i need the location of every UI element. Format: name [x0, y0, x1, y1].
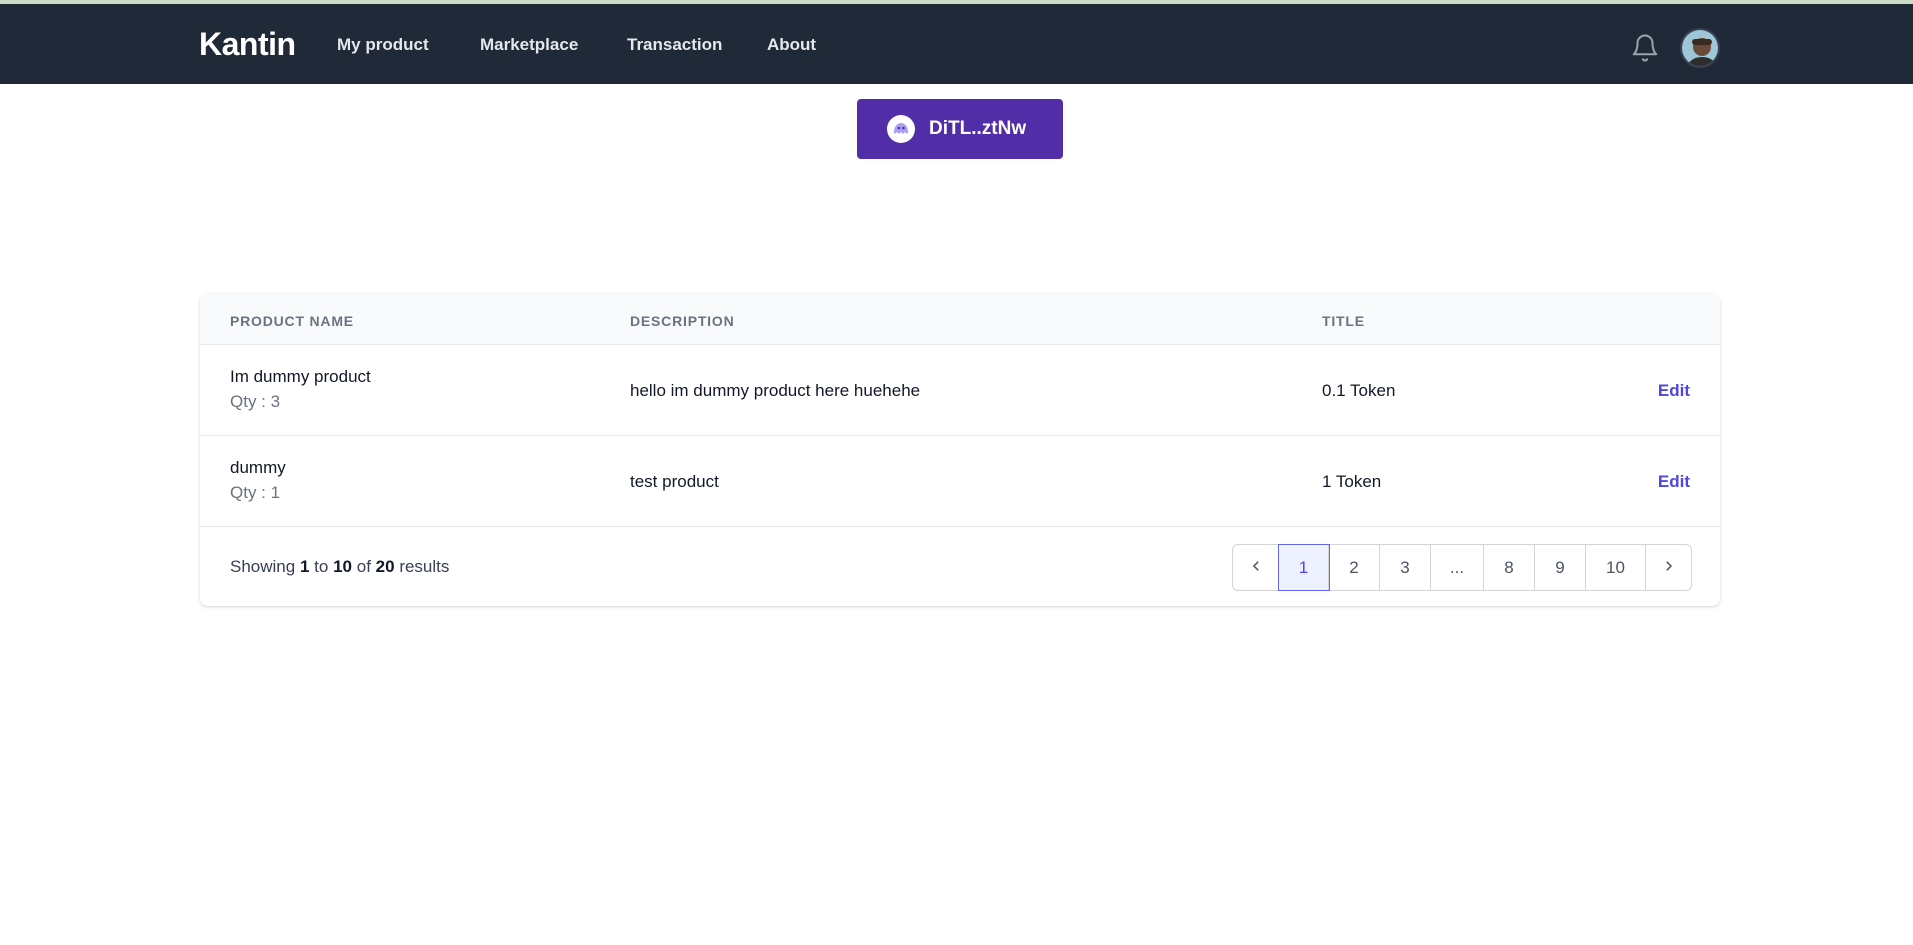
pagination: 1 2 3 ... 8 9 10	[1232, 544, 1692, 591]
to-label: to	[314, 557, 329, 576]
product-qty: Qty : 3	[230, 392, 281, 411]
next-page-button[interactable]	[1646, 545, 1691, 590]
table-row: dummy Qty : 1 test product 1 Token Edit	[200, 436, 1720, 527]
wallet-address: DiTL..ztNw	[929, 118, 1027, 139]
product-description: test product	[630, 472, 719, 491]
previous-page-button[interactable]	[1233, 545, 1279, 590]
chevron-right-icon	[1662, 558, 1676, 578]
nav-transaction[interactable]: Transaction	[627, 35, 722, 55]
page-button-2[interactable]: 2	[1329, 545, 1380, 590]
products-table: PRODUCT NAME DESCRIPTION TITLE Im dummy …	[200, 294, 1720, 606]
results-summary: Showing 1 to 10 of 20 results	[230, 557, 449, 577]
header-description: DESCRIPTION	[630, 313, 735, 329]
table-row: Im dummy product Qty : 3 hello im dummy …	[200, 345, 1720, 436]
product-qty: Qty : 1	[230, 483, 281, 502]
page-button-8[interactable]: 8	[1484, 545, 1535, 590]
header-title: TITLE	[1322, 313, 1365, 329]
chevron-left-icon	[1249, 558, 1263, 578]
edit-button[interactable]: Edit	[1658, 472, 1690, 492]
product-description: hello im dummy product here huehehe	[630, 381, 921, 400]
page-button-1[interactable]: 1	[1278, 544, 1330, 591]
phantom-ghost-icon	[887, 115, 915, 143]
product-price: 0.1 Token	[1322, 381, 1396, 400]
brand-logo[interactable]: Kantin	[199, 26, 296, 63]
results-label: results	[399, 557, 450, 576]
page-button-9[interactable]: 9	[1535, 545, 1586, 590]
page-button-10[interactable]: 10	[1586, 545, 1646, 590]
table-header: PRODUCT NAME DESCRIPTION TITLE	[200, 294, 1720, 345]
page-button-3[interactable]: 3	[1380, 545, 1431, 590]
of-label: of	[356, 557, 371, 576]
top-navbar: Kantin My product Marketplace Transactio…	[0, 4, 1913, 84]
product-name: dummy	[230, 458, 286, 477]
header-product-name: PRODUCT NAME	[230, 313, 354, 329]
wallet-connect-button[interactable]: DiTL..ztNw	[857, 99, 1063, 159]
edit-button[interactable]: Edit	[1658, 381, 1690, 401]
results-from: 1	[299, 557, 310, 576]
showing-label: Showing	[230, 557, 296, 576]
nav-about[interactable]: About	[767, 35, 816, 55]
page-ellipsis: ...	[1431, 545, 1484, 590]
nav-my-product[interactable]: My product	[337, 35, 429, 55]
nav-marketplace[interactable]: Marketplace	[480, 35, 578, 55]
product-name: Im dummy product	[230, 367, 371, 386]
results-to: 10	[333, 557, 352, 576]
product-price: 1 Token	[1322, 472, 1382, 491]
pagination-footer: Showing 1 to 10 of 20 results 1 2 3 ... …	[200, 528, 1720, 606]
bell-icon[interactable]	[1630, 32, 1660, 64]
user-avatar[interactable]	[1680, 28, 1720, 68]
results-total: 20	[375, 557, 395, 576]
